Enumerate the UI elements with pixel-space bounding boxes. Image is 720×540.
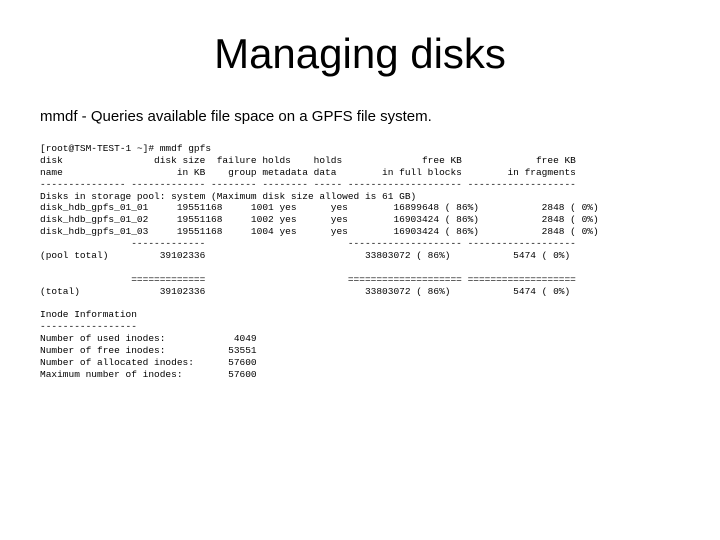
terminal-output: [root@TSM-TEST-1 ~]# mmdf gpfs disk disk… xyxy=(40,143,680,381)
subtitle: mmdf - Queries available file space on a… xyxy=(40,108,680,125)
slide-container: Managing disks mmdf - Queries available … xyxy=(0,0,720,401)
page-title: Managing disks xyxy=(40,30,680,78)
